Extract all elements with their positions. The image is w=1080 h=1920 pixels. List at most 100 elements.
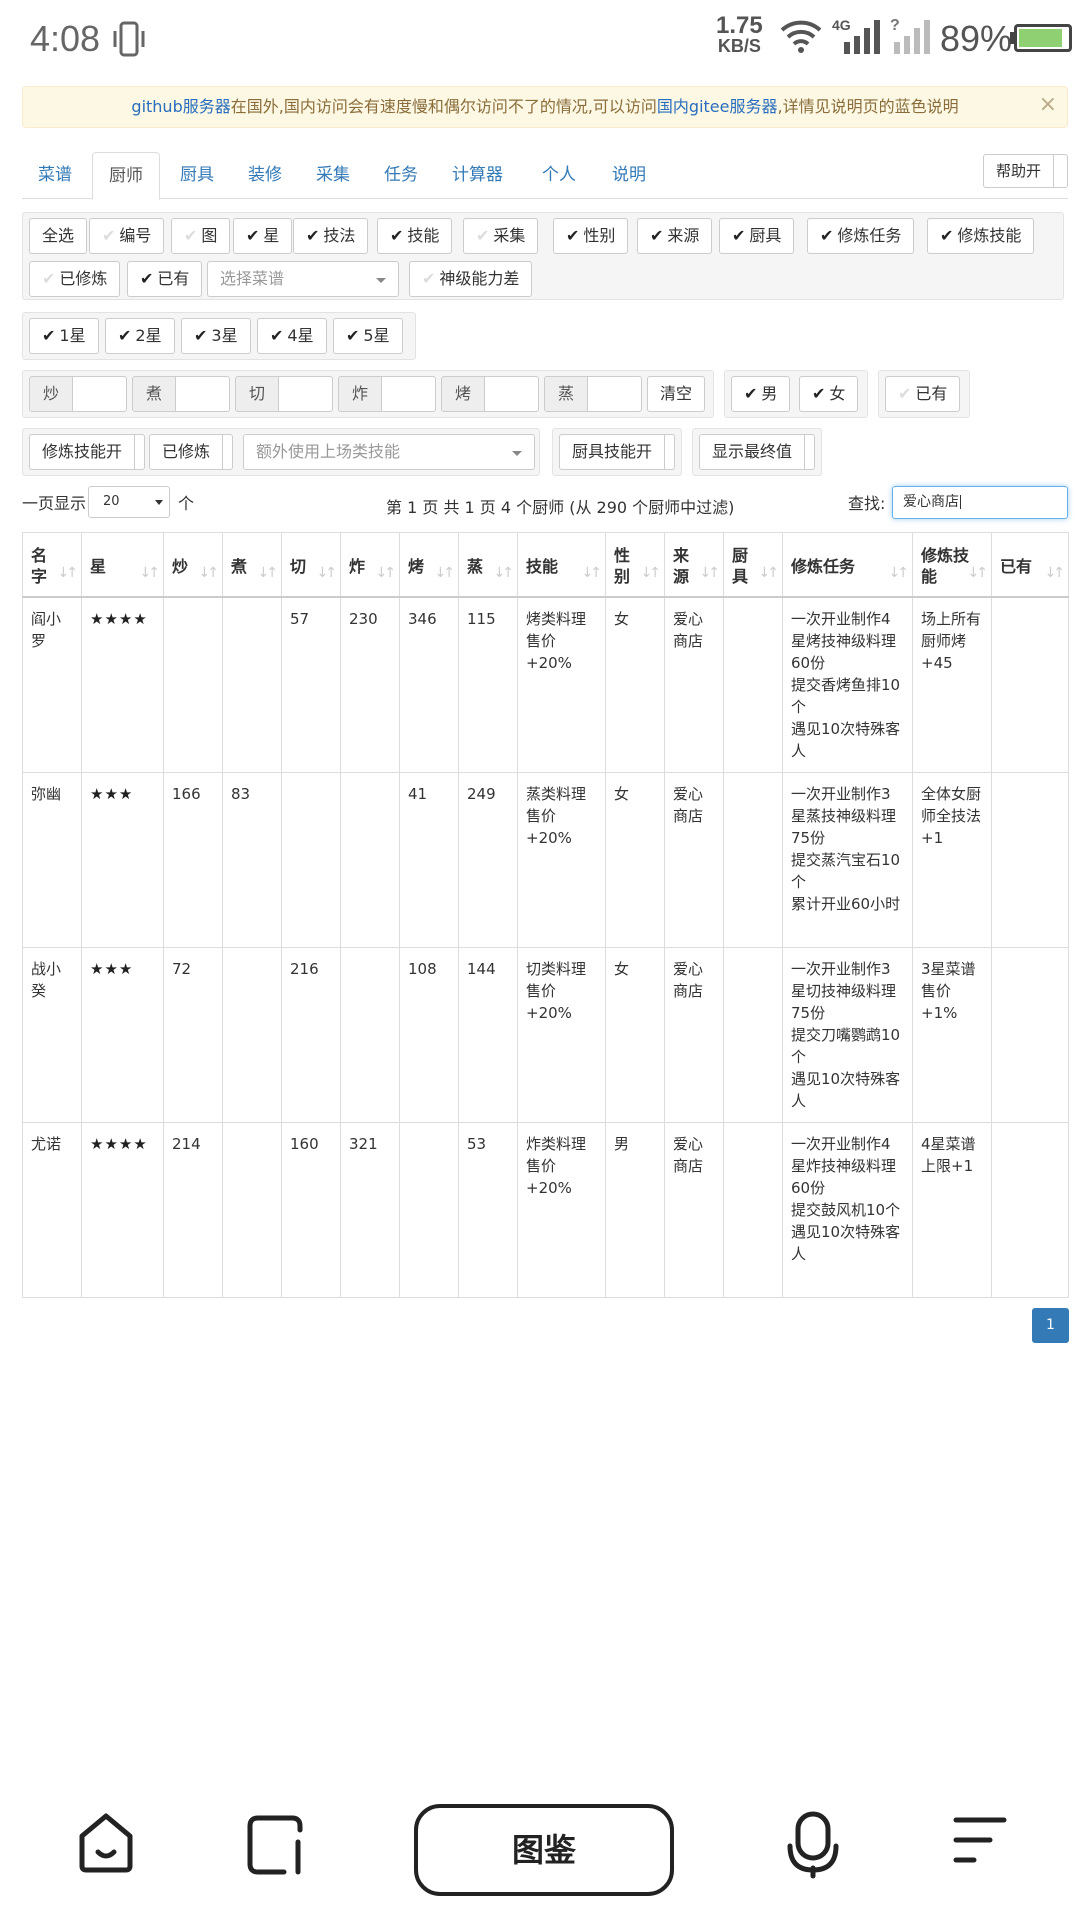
sort-icon[interactable]: ↓↑ xyxy=(759,563,780,584)
column-toggle-5[interactable]: ✔ 技能 xyxy=(377,218,453,254)
skill-input-0[interactable] xyxy=(73,376,127,412)
column-header-10[interactable]: 来源 ↓↑ xyxy=(664,532,724,598)
recipe-select[interactable]: 选择菜谱 xyxy=(207,261,399,297)
tab-1[interactable]: 厨师 xyxy=(92,152,160,200)
table-row[interactable]: 弥幽 ★★★ 166 83 41 249 蒸类料理售价+20% 女爱心商店 一次开业制作3星蒸技… xyxy=(22,771,1069,948)
toggle-switch[interactable] xyxy=(804,435,814,469)
gender-filter-1[interactable]: ✔ 女 xyxy=(799,376,859,412)
tab-4[interactable]: 采集 xyxy=(300,152,366,199)
column-toggle-6[interactable]: ✔ 采集 xyxy=(463,218,539,254)
column-header-7[interactable]: 蒸 ↓↑ xyxy=(458,532,518,598)
sort-icon[interactable]: ↓↑ xyxy=(494,563,515,584)
star-filter-3[interactable]: ✔ 3星 xyxy=(181,318,251,354)
column-header-12[interactable]: 修炼任务 ↓↑ xyxy=(782,532,913,598)
tab-7[interactable]: 个人 xyxy=(526,152,592,199)
column-toggle-13[interactable]: ✔ 已有 xyxy=(127,261,203,297)
column-header-5[interactable]: 炸 ↓↑ xyxy=(340,532,400,598)
sort-icon[interactable]: ↓↑ xyxy=(968,563,989,584)
table-row[interactable]: 战小癸 ★★★ 72 216 108 144 切类料理售价+20% 女爱心商店 一次开业制作3星… xyxy=(22,946,1069,1123)
column-toggle-12[interactable]: ✔ 已修炼 xyxy=(29,261,121,297)
clear-button[interactable]: 清空 xyxy=(647,376,706,412)
sort-icon[interactable]: ↓↑ xyxy=(199,563,220,584)
sort-icon[interactable]: ↓↑ xyxy=(700,563,721,584)
column-header-4[interactable]: 切 ↓↑ xyxy=(281,532,341,598)
toggle-switch[interactable] xyxy=(1053,155,1067,187)
page-button-1[interactable]: 1 xyxy=(1032,1308,1069,1343)
tab-6[interactable]: 计算器 xyxy=(436,152,519,199)
column-toggle-4[interactable]: ✔ 技法 xyxy=(293,218,369,254)
equip-skill-toggle[interactable]: 厨具技能开 xyxy=(559,434,676,470)
column-header-6[interactable]: 烤 ↓↑ xyxy=(399,532,459,598)
trained-toggle[interactable]: 已修炼 xyxy=(149,434,234,470)
sort-icon[interactable]: ↓↑ xyxy=(889,563,910,584)
tab-2[interactable]: 厨具 xyxy=(164,152,230,199)
menu-icon[interactable] xyxy=(950,1810,1010,1870)
train-skill-toggle[interactable]: 修炼技能开 xyxy=(29,434,146,470)
sort-icon[interactable]: ↓↑ xyxy=(58,563,79,584)
chevron-down-icon xyxy=(155,500,163,505)
column-header-2[interactable]: 炒 ↓↑ xyxy=(163,532,223,598)
toggle-switch[interactable] xyxy=(222,435,232,469)
column-header-0[interactable]: 名字 ↓↑ xyxy=(22,532,82,598)
home-icon[interactable] xyxy=(74,1810,138,1876)
github-server-link[interactable]: github服务器 xyxy=(131,97,230,116)
column-header-13[interactable]: 修炼技能 ↓↑ xyxy=(912,532,992,598)
column-header-11[interactable]: 厨具 ↓↑ xyxy=(723,532,783,598)
search-input[interactable]: 爱心商店 xyxy=(892,486,1068,519)
sort-icon[interactable]: ↓↑ xyxy=(435,563,456,584)
star-filter-1[interactable]: ✔ 1星 xyxy=(29,318,99,354)
microphone-icon[interactable] xyxy=(786,1810,840,1880)
gitee-server-link[interactable]: 国内gitee服务器 xyxy=(657,97,778,116)
recent-apps-icon[interactable] xyxy=(244,1810,308,1876)
signal-weak-icon: ? xyxy=(890,17,930,54)
catalog-button[interactable]: 图鉴 xyxy=(414,1804,674,1896)
table-row[interactable]: 尤诺 ★★★★ 214 160 321 53 炸类料理售价+20% 男爱心商店 一次开业制作4星… xyxy=(22,1121,1069,1298)
column-toggle-0[interactable]: 全选 xyxy=(29,218,88,254)
star-filter-4[interactable]: ✔ 4星 xyxy=(257,318,327,354)
column-header-14[interactable]: 已有 ↓↑ xyxy=(991,532,1069,598)
toggle-switch[interactable] xyxy=(134,435,144,469)
sort-icon[interactable]: ↓↑ xyxy=(1045,563,1066,584)
god-ability-toggle[interactable]: ✔ 神级能力差 xyxy=(409,261,533,297)
toggle-switch[interactable] xyxy=(664,435,674,469)
column-header-3[interactable]: 煮 ↓↑ xyxy=(222,532,282,598)
column-toggle-label: 星 xyxy=(263,226,280,245)
sort-icon[interactable]: ↓↑ xyxy=(582,563,603,584)
column-toggle-10[interactable]: ✔ 修炼任务 xyxy=(807,218,915,254)
page-length-select[interactable]: 20 xyxy=(88,486,170,518)
gender-filter-0[interactable]: ✔ 男 xyxy=(731,376,791,412)
table-row[interactable]: 阎小罗 ★★★★ 57 230 346 115 烤类料理售价+20% 女爱心商店 一次开业制作4… xyxy=(22,596,1069,773)
skill-input-2[interactable] xyxy=(279,376,333,412)
tab-0[interactable]: 菜谱 xyxy=(22,152,88,199)
skill-input-5[interactable] xyxy=(588,376,642,412)
skill-input-3[interactable] xyxy=(382,376,436,412)
sort-icon[interactable]: ↓↑ xyxy=(258,563,279,584)
column-toggle-1[interactable]: ✔ 编号 xyxy=(89,218,165,254)
tab-3[interactable]: 装修 xyxy=(232,152,298,199)
column-toggle-8[interactable]: ✔ 来源 xyxy=(637,218,713,254)
sort-icon[interactable]: ↓↑ xyxy=(140,563,161,584)
extra-skill-select[interactable]: 额外使用上场类技能 xyxy=(243,434,535,470)
column-toggle-2[interactable]: ✔ 图 xyxy=(171,218,231,254)
column-header-8[interactable]: 技能 ↓↑ xyxy=(517,532,606,598)
column-header-9[interactable]: 性别 ↓↑ xyxy=(605,532,665,598)
column-toggle-9[interactable]: ✔ 厨具 xyxy=(719,218,795,254)
sort-icon[interactable]: ↓↑ xyxy=(376,563,397,584)
tab-8[interactable]: 说明 xyxy=(596,152,662,199)
check-icon: ✔ xyxy=(650,226,664,245)
column-toggle-11[interactable]: ✔ 修炼技能 xyxy=(927,218,1035,254)
skill-input-1[interactable] xyxy=(176,376,230,412)
column-toggle-7[interactable]: ✔ 性别 xyxy=(553,218,629,254)
skill-input-4[interactable] xyxy=(485,376,539,412)
sort-icon[interactable]: ↓↑ xyxy=(641,563,662,584)
tab-5[interactable]: 任务 xyxy=(368,152,434,199)
column-header-1[interactable]: 星 ↓↑ xyxy=(81,532,164,598)
owned-filter-button[interactable]: ✔ 已有 xyxy=(885,376,961,412)
column-toggle-3[interactable]: ✔ 星 xyxy=(233,218,293,254)
star-filter-2[interactable]: ✔ 2星 xyxy=(105,318,175,354)
star-filter-5[interactable]: ✔ 5星 xyxy=(333,318,403,354)
close-icon[interactable]: × xyxy=(1039,85,1057,125)
final-value-toggle[interactable]: 显示最终值 xyxy=(699,434,816,470)
sort-icon[interactable]: ↓↑ xyxy=(317,563,338,584)
help-toggle-button[interactable]: 帮助开 xyxy=(982,154,1068,188)
